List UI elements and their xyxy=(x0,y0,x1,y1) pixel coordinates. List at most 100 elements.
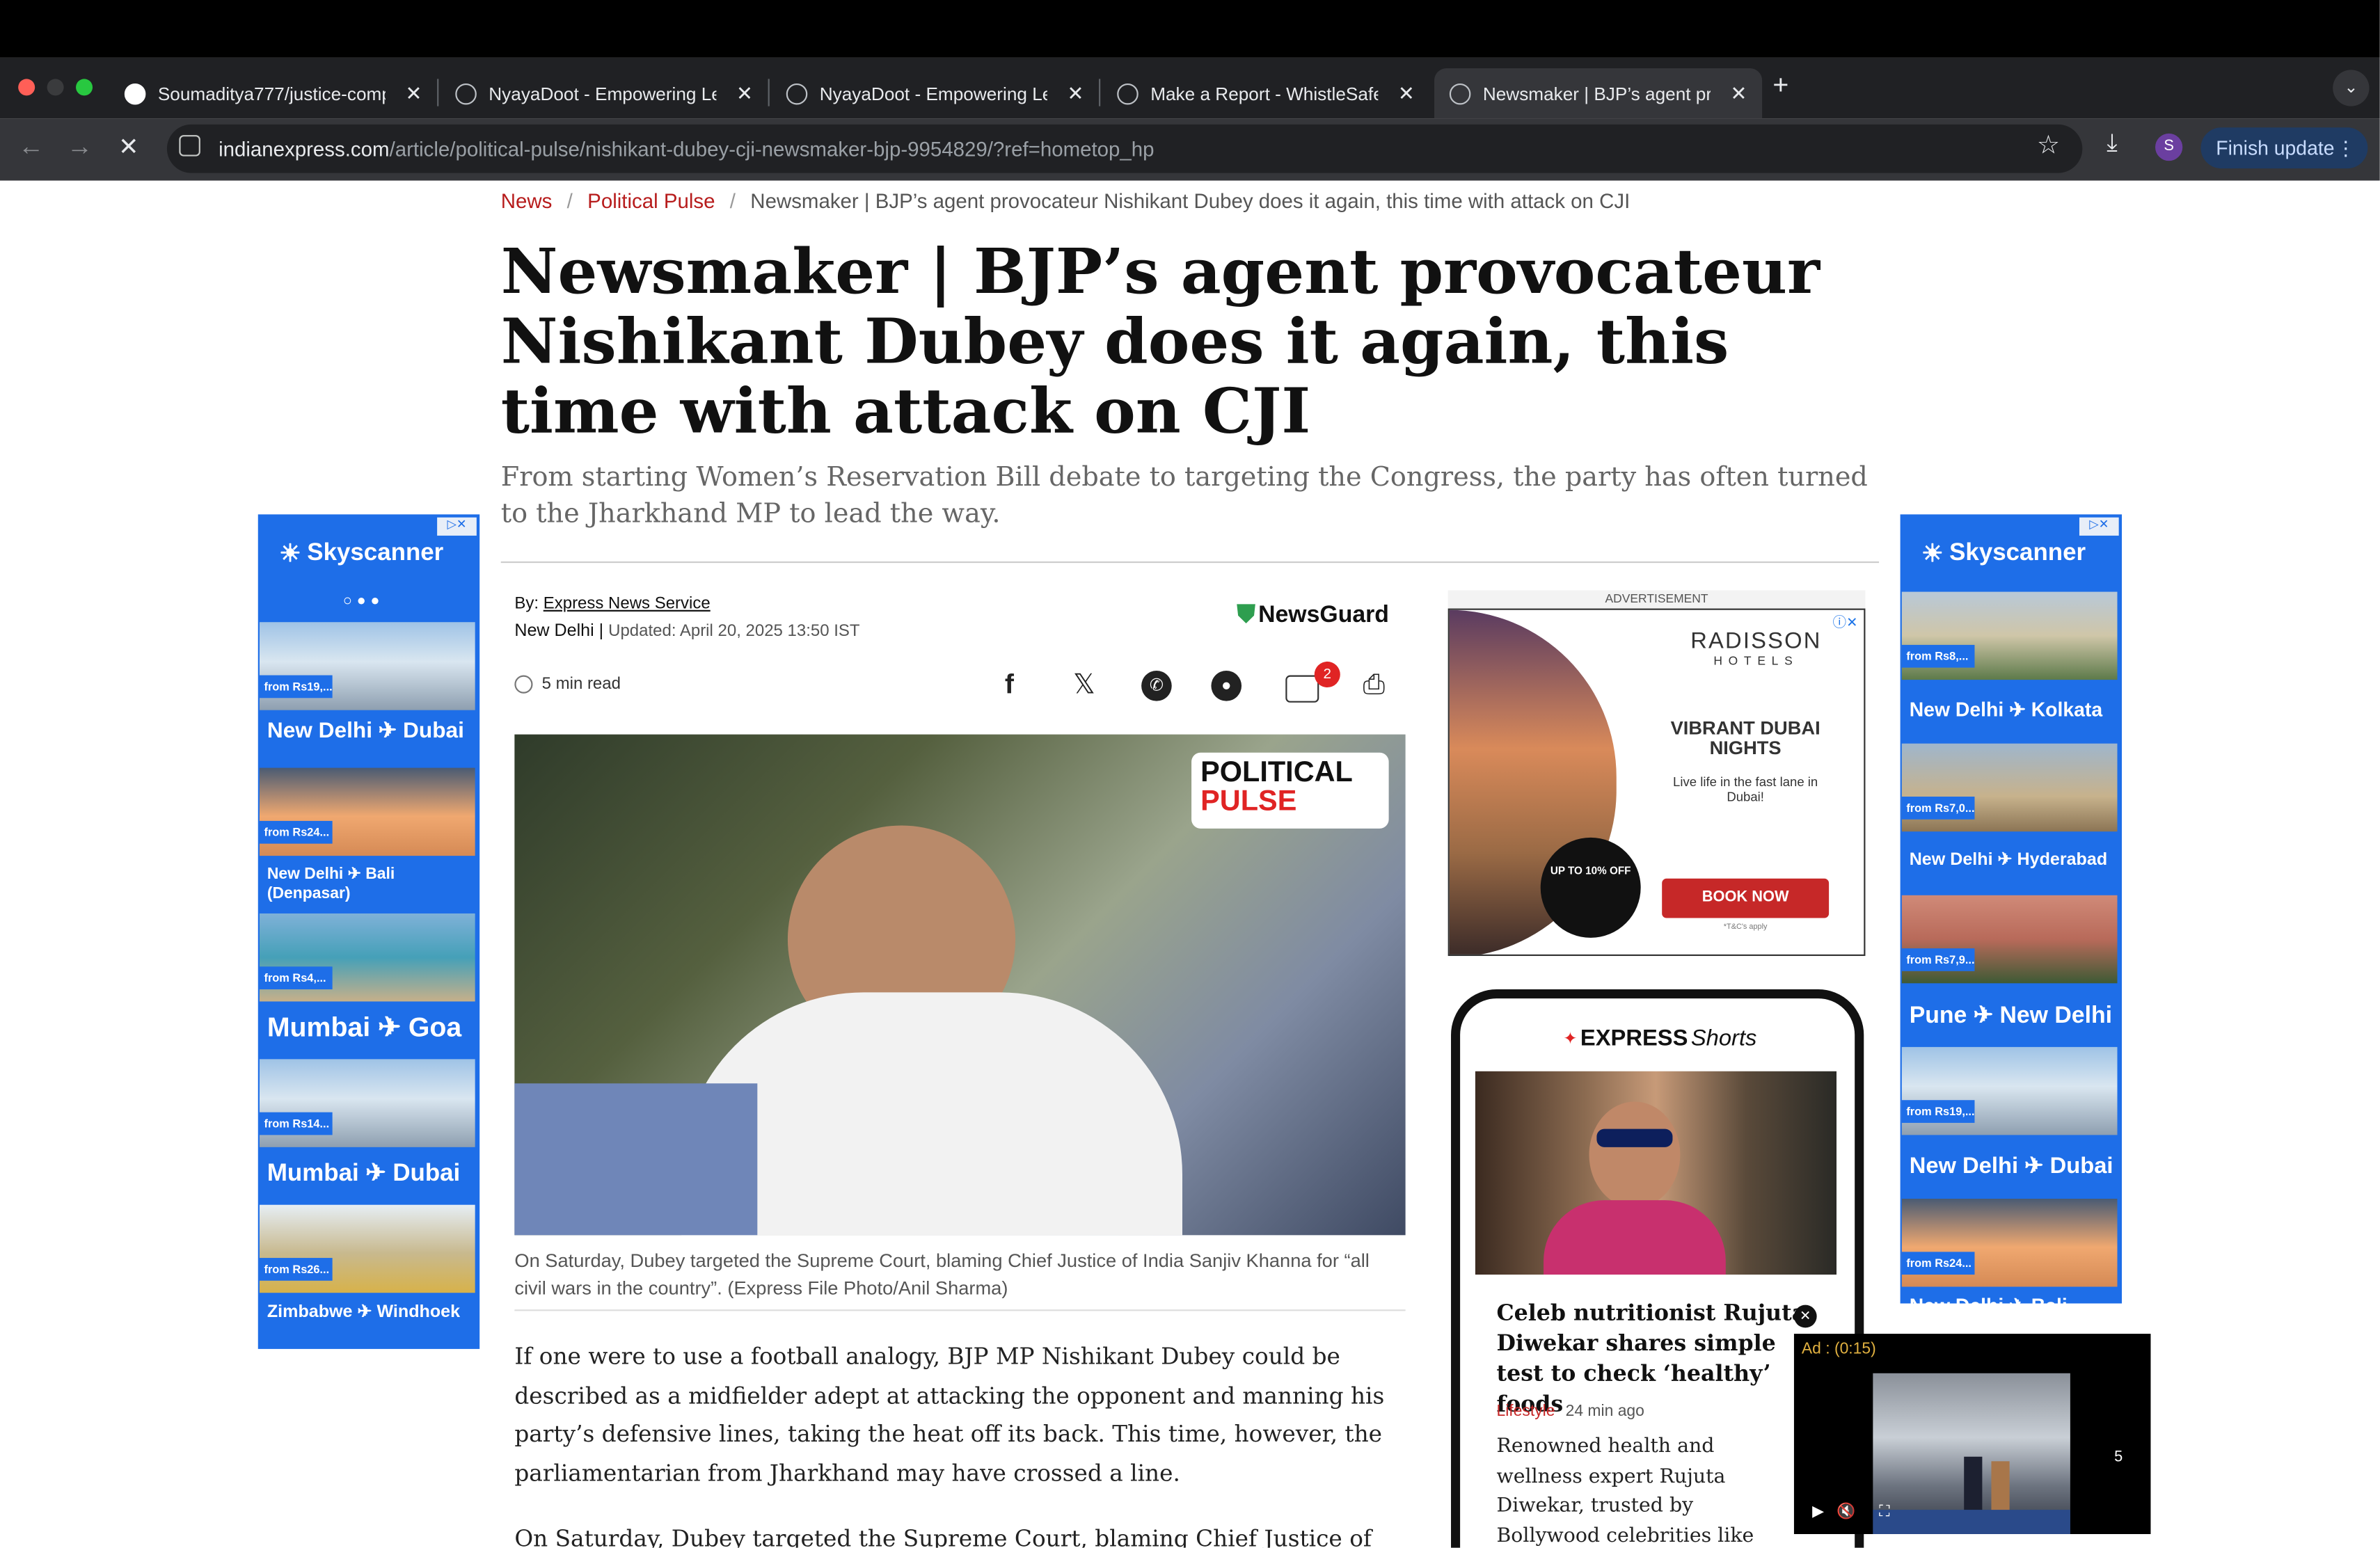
window-minimize-button[interactable] xyxy=(47,79,64,96)
ad-route[interactable]: Zimbabwe ✈ Windhoek xyxy=(267,1300,460,1321)
express-logo-icon: ✦ xyxy=(1563,1030,1578,1049)
sun-icon: ☀ xyxy=(1921,541,1944,568)
article-paragraph-2: On Saturday, Dubey targeted the Supreme … xyxy=(514,1524,1372,1548)
ad-headline: VIBRANT DUBAI NIGHTS xyxy=(1670,717,1820,759)
globe-icon xyxy=(1449,82,1471,104)
profile-avatar[interactable]: S xyxy=(2155,133,2183,161)
whatsapp-share-icon[interactable]: ✆ xyxy=(1141,671,1172,701)
skip-countdown: 5 xyxy=(2114,1449,2123,1466)
x-share-icon[interactable]: 𝕏 xyxy=(1073,669,1095,701)
ad-image: from Rs24... xyxy=(259,767,475,856)
ad-image: from Rs7,9... xyxy=(1901,895,2118,984)
read-time: 5 min read xyxy=(514,675,621,694)
shorts-category[interactable]: Lifestyle xyxy=(1496,1402,1555,1420)
photo-saree xyxy=(1544,1200,1726,1275)
ad-text: Live life in the fast lane in Dubai! xyxy=(1673,774,1818,804)
tab-close-icon[interactable]: ✕ xyxy=(736,81,753,106)
github-icon xyxy=(124,82,146,104)
forward-arrow-icon[interactable]: → xyxy=(67,132,93,163)
fullscreen-icon[interactable]: ⛶ xyxy=(1879,1503,1889,1520)
floating-video-ad[interactable]: Ad : (0:15) 5 ▶ 🔇 ⛶ xyxy=(1793,1334,2151,1534)
kebab-menu-icon[interactable]: ⋮ xyxy=(2336,127,2356,168)
ad-terms: *T&C's apply xyxy=(1723,923,1768,932)
tab-divider xyxy=(437,79,439,106)
ad-route[interactable]: New Delhi ✈ Hyderabad xyxy=(1910,848,2107,870)
globe-icon xyxy=(1117,82,1139,104)
finish-update-button[interactable]: Finish update ⋮ xyxy=(2200,127,2368,169)
download-icon[interactable]: ⤓ xyxy=(2107,131,2117,158)
tab-2[interactable]: NyayaDoot - Empowering Leg ✕ xyxy=(440,68,768,118)
breadcrumb-political-pulse[interactable]: Political Pulse xyxy=(587,190,715,213)
image-caption: On Saturday, Dubey targeted the Supreme … xyxy=(514,1250,1370,1299)
ad-route[interactable]: New Delhi ✈ Bali (Denpasar) xyxy=(267,865,450,904)
address-bar[interactable]: indianexpress.com/article/political-puls… xyxy=(166,124,2083,173)
photo-sunglasses xyxy=(1596,1128,1673,1147)
shorts-excerpt: Renowned health and wellness expert Ruju… xyxy=(1496,1435,1754,1547)
book-now-button[interactable]: BOOK NOW xyxy=(1662,878,1830,918)
author-link[interactable]: Express News Service xyxy=(544,595,711,613)
site-info-icon[interactable] xyxy=(179,135,200,157)
tab-close-icon[interactable]: ✕ xyxy=(1731,81,1747,106)
play-icon[interactable]: ▶ xyxy=(1812,1503,1824,1520)
radisson-ad[interactable]: UP TO 10% OFF ⓘ✕ RADISSON HOTELS VIBRANT… xyxy=(1447,608,1866,957)
ad-route[interactable]: New Delhi ✈ Dubai xyxy=(1910,1151,2113,1179)
political-pulse-badge: POLITICAL PULSE xyxy=(1191,752,1389,829)
ad-route[interactable]: New Delhi ✈ Dubai xyxy=(267,719,464,744)
newsguard-badge[interactable]: ⛊ NewsGuard xyxy=(1237,603,1389,630)
stop-loading-icon[interactable]: ✕ xyxy=(118,132,138,163)
video-frame xyxy=(1873,1373,2070,1534)
tab-divider xyxy=(768,79,770,106)
lead-image: POLITICAL PULSE xyxy=(514,734,1406,1236)
dateline: New Delhi | Updated: April 20, 2025 13:5… xyxy=(514,622,860,641)
ad-image: from Rs19,... xyxy=(1901,1046,2118,1135)
comments-icon[interactable] xyxy=(1285,675,1319,703)
ad-route[interactable]: New Delhi ✈ Kolkata xyxy=(1910,698,2102,722)
ad-route[interactable]: Mumbai ✈ Goa xyxy=(267,1012,461,1044)
ad-route[interactable]: Pune ✈ New Delhi xyxy=(1910,1001,2112,1030)
reddit-share-icon[interactable]: ● xyxy=(1211,671,1242,701)
tab-close-icon[interactable]: ✕ xyxy=(1398,81,1415,106)
close-video-ad-icon[interactable]: ✕ xyxy=(1793,1304,1817,1328)
window-zoom-button[interactable] xyxy=(76,79,93,96)
byline: By: Express News Service xyxy=(514,594,711,614)
breadcrumb: News / Political Pulse / Newsmaker | BJP… xyxy=(500,189,1631,213)
ad-image: from Rs26... xyxy=(259,1204,475,1293)
sun-icon: ☀ xyxy=(279,541,301,568)
divider xyxy=(514,1309,1406,1311)
window-close-button[interactable] xyxy=(18,79,35,96)
radisson-logo: RADISSON HOTELS xyxy=(1690,628,1822,668)
breadcrumb-current: Newsmaker | BJP’s agent provocateur Nish… xyxy=(750,189,1631,213)
shorts-thumbnail[interactable] xyxy=(1475,1071,1837,1275)
tab-3[interactable]: NyayaDoot - Empowering Leg ✕ xyxy=(771,68,1099,118)
back-arrow-icon[interactable]: ← xyxy=(18,132,44,163)
divider xyxy=(500,561,1880,564)
article-paragraph-1: If one were to use a football analogy, B… xyxy=(514,1343,1385,1487)
facebook-share-icon[interactable]: f xyxy=(1005,669,1014,701)
ad-image: from Rs4,... xyxy=(259,913,475,1002)
ad-route[interactable]: New Delhi ✈ Bali xyxy=(1910,1294,2068,1304)
globe-icon xyxy=(786,82,808,104)
shield-check-icon: ⛊ xyxy=(1237,602,1255,628)
tab-1[interactable]: Soumaditya777/justice-comp ✕ xyxy=(109,68,437,118)
ad-route[interactable]: Mumbai ✈ Dubai xyxy=(267,1158,460,1188)
ad-choices-icon[interactable]: ▷✕ xyxy=(437,517,477,536)
bookmark-star-icon[interactable]: ☆ xyxy=(2037,131,2060,161)
new-tab-button[interactable]: + xyxy=(1772,70,1788,102)
address-host: indianexpress.com xyxy=(219,137,390,161)
mute-icon[interactable]: 🔇 xyxy=(1836,1503,1855,1520)
tab-close-icon[interactable]: ✕ xyxy=(406,81,422,106)
carousel-dots[interactable]: ○●● xyxy=(343,593,384,610)
tab-search-chevron-icon[interactable]: ⌄ xyxy=(2333,70,2370,106)
tab-5-active[interactable]: Newsmaker | BJP’s agent pro ✕ xyxy=(1434,68,1763,119)
breadcrumb-news[interactable]: News xyxy=(501,190,553,213)
tab-close-icon[interactable]: ✕ xyxy=(1067,81,1084,106)
tab-4[interactable]: Make a Report - WhistleSafe ✕ xyxy=(1102,68,1429,118)
skyscanner-logo: ☀ Skyscanner xyxy=(1921,538,2086,569)
os-menubar xyxy=(0,0,2380,58)
clock-icon xyxy=(514,675,533,694)
advertisement-label: ADVERTISEMENT xyxy=(1447,590,1866,609)
print-icon[interactable]: ⎙ xyxy=(1363,669,1385,701)
video-ad-label: Ad : (0:15) xyxy=(1801,1339,1876,1358)
ad-choices-icon[interactable]: ▷✕ xyxy=(2079,517,2119,536)
photo-chair xyxy=(514,1083,758,1236)
